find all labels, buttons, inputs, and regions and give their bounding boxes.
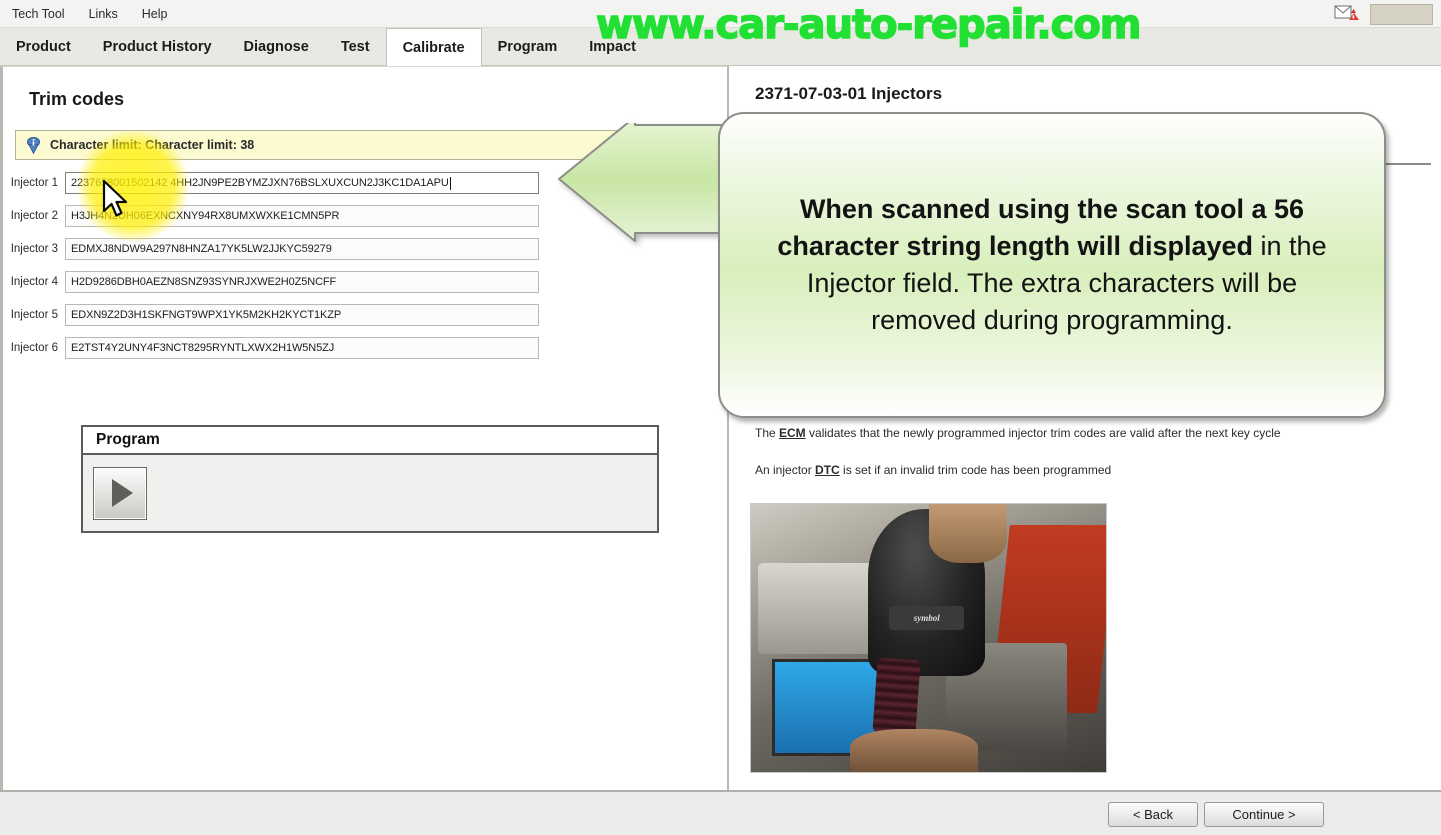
mouse-cursor-icon: [102, 179, 132, 222]
menu-bar: Tech Tool Links Help: [0, 0, 1441, 28]
play-icon: [111, 479, 133, 507]
injector-row-4: Injector 4 H2D9286DBH0AEZN8SNZ93SYNRJXWE…: [3, 270, 703, 294]
injector-2-label: Injector 2: [10, 210, 58, 222]
injector-4-input[interactable]: H2D9286DBH0AEZN8SNZ93SYNRJXWE2H0Z5NCFF: [65, 271, 539, 293]
tech-tool-window: Tech Tool Links Help Product Product His…: [0, 0, 1441, 835]
photo-hand-upper: [928, 504, 1007, 563]
info-icon: [26, 136, 41, 154]
tab-product[interactable]: Product: [0, 28, 87, 65]
menu-item-tech-tool[interactable]: Tech Tool: [1, 4, 76, 24]
bottom-action-bar: < Back Continue >: [0, 790, 1441, 835]
help-term-dtc[interactable]: DTC: [815, 463, 840, 477]
injector-3-value: EDMXJ8NDW9A297N8HNZA17YK5LW2JJKYC59279: [71, 243, 332, 255]
help-paragraph-2: An injector DTC is set if an invalid tri…: [755, 463, 1111, 477]
injector-5-input[interactable]: EDXN9Z2D3H1SKFNGT9WPX1YK5M2KH2KYCT1KZP: [65, 304, 539, 326]
tab-impact[interactable]: Impact: [573, 28, 652, 65]
scanner-photo: symbol: [750, 503, 1107, 773]
page-title: Trim codes: [29, 89, 125, 109]
program-group-title: Program: [83, 427, 657, 455]
program-group-box: Program: [81, 425, 659, 533]
injector-4-label: Injector 4: [10, 276, 58, 288]
instruction-callout-text: When scanned using the scan tool a 56 ch…: [762, 191, 1342, 340]
injector-6-input[interactable]: E2TST4Y2UNY4F3NCT8295RYNTLXWX2H1W5N5ZJ: [65, 337, 539, 359]
instruction-callout: When scanned using the scan tool a 56 ch…: [718, 112, 1386, 418]
tab-test[interactable]: Test: [325, 28, 386, 65]
help-paragraph-1: The ECM validates that the newly program…: [755, 426, 1281, 440]
window-control-placeholder[interactable]: [1370, 3, 1433, 25]
help-paragraph-2-pre: An injector: [755, 463, 816, 477]
injector-2-input[interactable]: H3JH4N2UH06EXNCXNY94RX8UMXWXKE1CMN5PR: [65, 205, 539, 227]
injector-row-5: Injector 5 EDXN9Z2D3H1SKFNGT9WPX1YK5M2KH…: [3, 303, 703, 327]
photo-hand-lower: [850, 729, 979, 772]
menu-item-help[interactable]: Help: [131, 4, 179, 24]
photo-scanner-brand-label: symbol: [889, 605, 964, 630]
character-limit-text: Character limit: Character limit: 38: [50, 138, 255, 152]
menu-bar-right-group: [1334, 0, 1441, 28]
photo-scanner-cord: [872, 658, 921, 736]
text-caret: [449, 176, 451, 190]
injector-6-label: Injector 6: [10, 342, 58, 354]
tab-calibrate[interactable]: Calibrate: [385, 28, 482, 66]
mail-alert-icon[interactable]: [1334, 4, 1360, 24]
injector-5-label: Injector 5: [10, 309, 58, 321]
program-group-body: [83, 455, 657, 531]
tab-diagnose[interactable]: Diagnose: [228, 28, 325, 65]
continue-button[interactable]: Continue >: [1204, 802, 1324, 827]
help-topic-title: 2371-07-03-01 Injectors: [755, 84, 943, 103]
main-tab-bar: Product Product History Diagnose Test Ca…: [0, 28, 1441, 66]
help-paragraph-2-post: is set if an invalid trim code has been …: [839, 463, 1112, 477]
help-term-ecm[interactable]: ECM: [779, 426, 806, 440]
injector-5-value: EDXN9Z2D3H1SKFNGT9WPX1YK5M2KH2KYCT1KZP: [71, 309, 342, 321]
injector-3-input[interactable]: EDMXJ8NDW9A297N8HNZA17YK5LW2JJKYC59279: [65, 238, 539, 260]
instruction-callout-bold: When scanned using the scan tool a 56 ch…: [777, 193, 1305, 261]
program-start-button[interactable]: [93, 466, 147, 520]
callout-arrow-icon: [557, 116, 744, 245]
help-paragraph-1-pre: The: [755, 426, 780, 440]
back-button[interactable]: < Back: [1108, 802, 1198, 827]
menu-item-links[interactable]: Links: [78, 4, 129, 24]
injector-row-6: Injector 6 E2TST4Y2UNY4F3NCT8295RYNTLXWX…: [3, 336, 703, 360]
injector-6-value: E2TST4Y2UNY4F3NCT8295RYNTLXWX2H1W5N5ZJ: [71, 342, 335, 354]
help-paragraph-1-post: validates that the newly programmed inje…: [805, 426, 1281, 440]
injector-1-input[interactable]: 2237658001502142 4HH2JN9PE2BYMZJXN76BSLX…: [65, 172, 539, 194]
injector-3-label: Injector 3: [10, 243, 58, 255]
injector-1-label: Injector 1: [10, 177, 58, 189]
tab-product-history[interactable]: Product History: [87, 28, 228, 65]
injector-4-value: H2D9286DBH0AEZN8SNZ93SYNRJXWE2H0Z5NCFF: [71, 276, 337, 288]
tab-program[interactable]: Program: [482, 28, 574, 65]
